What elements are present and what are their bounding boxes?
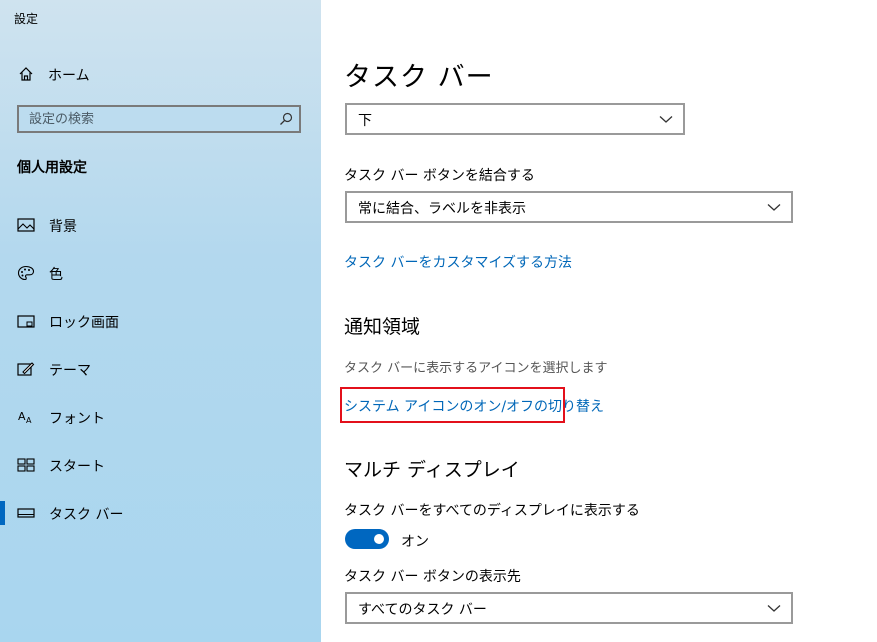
image-icon xyxy=(17,218,35,232)
sidebar-item-label: タスク バー xyxy=(49,507,124,523)
sidebar-item-label: ロック画面 xyxy=(49,315,119,331)
sidebar-item-label: テーマ xyxy=(49,363,91,379)
font-icon: A A xyxy=(18,410,32,425)
section-title: 個人用設定 xyxy=(17,160,87,176)
sidebar-item-label: フォント xyxy=(49,411,105,427)
sidebar-item-theme[interactable]: テーマ xyxy=(0,349,321,389)
palette-icon xyxy=(17,265,35,281)
search-box[interactable] xyxy=(17,105,301,133)
sidebar-item-label: 色 xyxy=(49,267,63,283)
sidebar: 設定 ホーム 個人用設定 背景 色 ロック画面 xyxy=(0,0,321,642)
notification-area-heading: 通知領域 xyxy=(344,316,421,338)
sidebar-home[interactable]: ホーム xyxy=(0,60,321,88)
show-all-displays-toggle[interactable] xyxy=(345,529,389,549)
sidebar-item-lock-screen[interactable]: ロック画面 xyxy=(0,301,321,341)
sidebar-item-label: 背景 xyxy=(49,219,77,235)
show-buttons-on-dropdown[interactable]: すべてのタスク バー xyxy=(345,592,793,624)
customize-taskbar-link[interactable]: タスク バーをカスタマイズする方法 xyxy=(344,252,572,272)
svg-text:A: A xyxy=(26,416,32,425)
sidebar-item-color[interactable]: 色 xyxy=(0,253,321,293)
dropdown-value: 常に結合、ラベルを非表示 xyxy=(358,201,526,217)
taskbar-icon xyxy=(17,508,35,518)
show-all-displays-label: タスク バーをすべてのディスプレイに表示する xyxy=(344,503,640,519)
dropdown-value: すべてのタスク バー xyxy=(358,602,487,618)
sidebar-item-taskbar[interactable]: タスク バー xyxy=(0,493,321,533)
dropdown-value: 下 xyxy=(358,113,372,129)
sidebar-item-font[interactable]: A A フォント xyxy=(0,397,321,437)
notification-area-description: タスク バーに表示するアイコンを選択します xyxy=(344,361,608,376)
start-icon xyxy=(17,458,35,472)
theme-icon xyxy=(17,362,35,376)
combine-buttons-dropdown[interactable]: 常に結合、ラベルを非表示 xyxy=(345,191,793,223)
search-icon[interactable] xyxy=(279,112,293,126)
multiple-displays-heading: マルチ ディスプレイ xyxy=(344,459,520,481)
chevron-down-icon xyxy=(767,605,781,612)
sidebar-item-label: スタート xyxy=(49,459,105,475)
toggle-state-label: オン xyxy=(401,534,429,550)
home-icon xyxy=(19,67,33,81)
chevron-down-icon xyxy=(767,204,781,211)
page-title: タスク バー xyxy=(344,62,494,93)
svg-text:A: A xyxy=(18,410,26,423)
lock-screen-icon xyxy=(17,315,35,328)
sidebar-item-start[interactable]: スタート xyxy=(0,445,321,485)
combine-buttons-label: タスク バー ボタンを結合する xyxy=(344,168,535,184)
system-icons-toggle-link[interactable]: システム アイコンのオン/オフの切り替え xyxy=(344,396,604,416)
taskbar-position-dropdown[interactable]: 下 xyxy=(345,103,685,135)
main-content: タスク バー 下 タスク バー ボタンを結合する 常に結合、ラベルを非表示 タス… xyxy=(321,0,877,642)
toggle-knob xyxy=(374,534,384,544)
sidebar-item-background[interactable]: 背景 xyxy=(0,205,321,245)
window-title: 設定 xyxy=(14,12,39,26)
search-input[interactable] xyxy=(19,107,279,131)
sidebar-home-label: ホーム xyxy=(48,68,90,84)
show-buttons-on-label: タスク バー ボタンの表示先 xyxy=(344,569,521,585)
chevron-down-icon xyxy=(659,116,673,123)
